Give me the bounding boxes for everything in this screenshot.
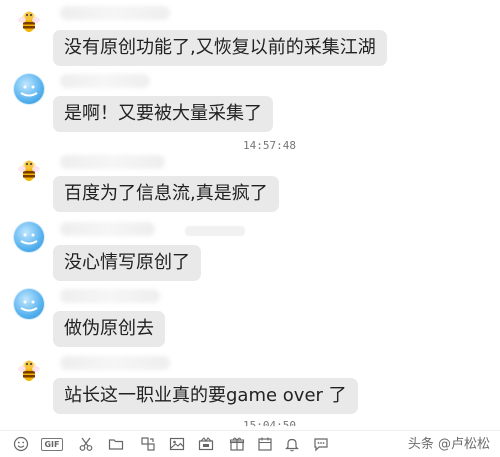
message-bubble[interactable]: 没有原创功能了,又恢复以前的采集江湖 — [53, 30, 387, 66]
sender-name-blurred — [60, 6, 170, 20]
message-bubble[interactable]: 百度为了信息流,真是疯了 — [53, 176, 279, 212]
bee-icon — [18, 11, 40, 32]
gift-icon[interactable] — [228, 435, 246, 453]
chat-history-panel: 没有原创功能了,又恢复以前的采集江湖 是啊！又要被大量采集了 14:57:48 … — [0, 0, 500, 430]
emoji-icon[interactable] — [12, 435, 30, 453]
cloud-icon — [20, 233, 38, 245]
cloud-icon — [20, 85, 38, 97]
sender-name-blurred — [60, 74, 150, 88]
screenshot-icon[interactable] — [139, 435, 157, 453]
sender-name-blurred — [60, 289, 160, 303]
message-bubble[interactable]: 站长这一职业真的要game over 了 — [53, 378, 358, 414]
message-bubble[interactable]: 没心情写原创了 — [53, 245, 201, 281]
cloud-avatar[interactable] — [14, 74, 44, 104]
calendar-icon[interactable] — [256, 435, 274, 453]
bee-icon — [18, 360, 40, 381]
message-bubble[interactable]: 做伪原创去 — [53, 311, 165, 347]
message-bubble[interactable]: 是啊！又要被大量采集了 — [53, 96, 273, 132]
sender-name-blurred — [60, 155, 165, 169]
sender-name-blurred — [60, 222, 155, 236]
message-timestamp: 14:57:48 — [243, 139, 296, 152]
sender-name-blurred — [60, 356, 170, 370]
folder-icon[interactable] — [107, 435, 125, 453]
bee-avatar[interactable] — [14, 156, 44, 186]
gif-label: GIF — [41, 437, 63, 451]
bell-icon[interactable] — [283, 435, 301, 453]
bee-avatar[interactable] — [14, 7, 44, 37]
message-timestamp-blurred — [185, 226, 245, 236]
chat-history-icon[interactable] — [312, 435, 330, 453]
image-icon[interactable] — [168, 435, 186, 453]
watermark-text: 头条 @卢松松 — [407, 437, 490, 452]
bee-icon — [18, 160, 40, 181]
cloud-avatar[interactable] — [14, 289, 44, 319]
gif-icon[interactable]: GIF — [41, 435, 63, 453]
scissors-icon[interactable] — [77, 435, 95, 453]
bee-avatar[interactable] — [14, 356, 44, 386]
cloud-icon — [20, 300, 38, 312]
gift-card-icon[interactable] — [197, 435, 215, 453]
cloud-avatar[interactable] — [14, 222, 44, 252]
